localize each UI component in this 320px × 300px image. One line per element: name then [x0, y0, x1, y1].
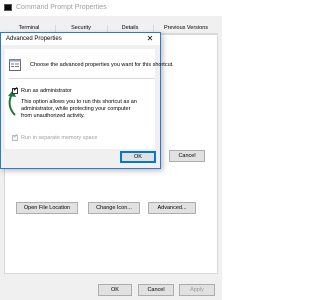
- run-as-admin-description: This option allows you to run this short…: [21, 99, 137, 119]
- close-icon[interactable]: ✕: [140, 33, 160, 45]
- run-as-admin-checkbox[interactable]: ✔: [12, 87, 19, 94]
- cancel-button[interactable]: Cancel: [138, 284, 174, 296]
- tab-previous-versions[interactable]: Previous Versions: [154, 23, 218, 34]
- check-icon: ✔: [13, 87, 19, 93]
- window-titlebar: Command Prompt Properties: [0, 0, 222, 16]
- properties-icon: [9, 59, 21, 71]
- advanced-button[interactable]: Advanced...: [148, 202, 196, 214]
- dialog-cancel-button[interactable]: Cancel: [169, 150, 205, 162]
- separate-memory-checkbox[interactable]: ✔: [12, 134, 19, 141]
- dialog-prompt: Choose the advanced properties you want …: [30, 62, 174, 68]
- open-file-location-button[interactable]: Open File Location: [16, 202, 78, 214]
- separate-memory-label: Run in separate memory space: [21, 135, 98, 141]
- apply-button[interactable]: Apply: [179, 284, 215, 296]
- run-as-admin-label[interactable]: Run as administrator: [21, 88, 72, 94]
- window-title: Command Prompt Properties: [16, 4, 107, 11]
- ok-button[interactable]: OK: [98, 284, 132, 296]
- divider: [9, 78, 155, 79]
- cmd-icon: [4, 4, 12, 11]
- advanced-properties-dialog: Advanced Properties ✕ Choose the advance…: [0, 32, 174, 169]
- check-icon: ✔: [13, 134, 19, 140]
- change-icon-button[interactable]: Change Icon...: [88, 202, 140, 214]
- dialog-titlebar: Advanced Properties ✕: [1, 33, 160, 45]
- dialog-title: Advanced Properties: [6, 36, 62, 42]
- dialog-ok-button[interactable]: OK: [120, 151, 156, 163]
